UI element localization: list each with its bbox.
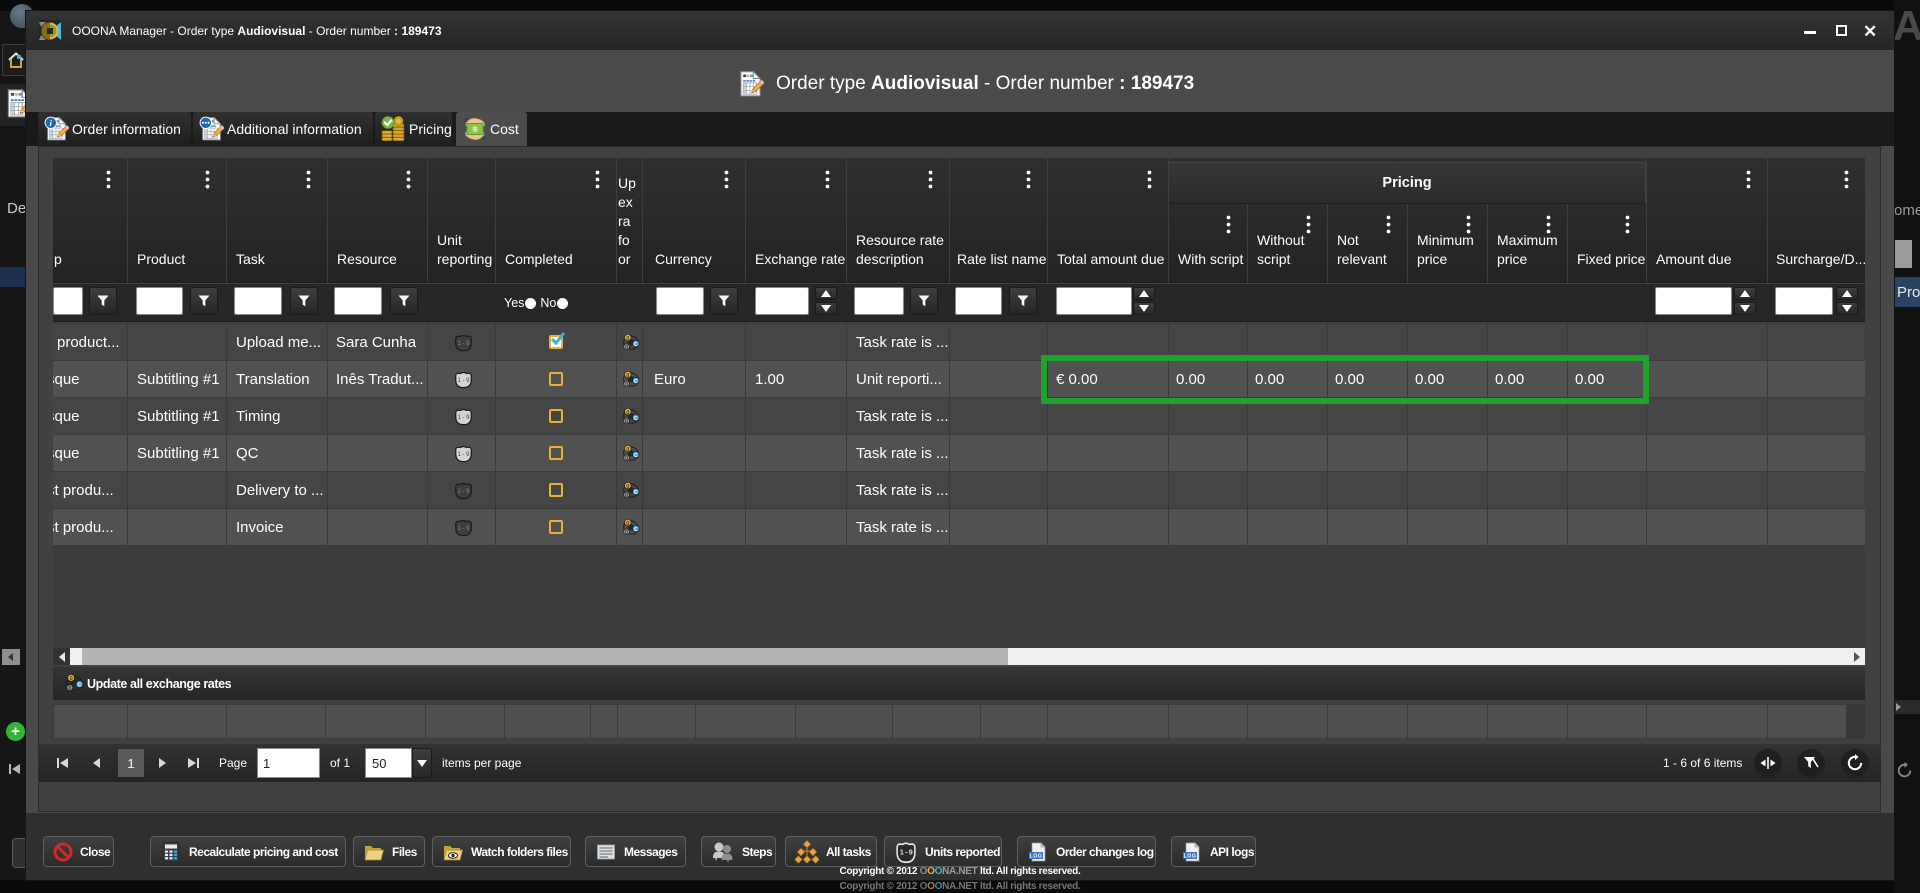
svg-text:0: 0 [625, 493, 628, 499]
svg-text:0: 0 [626, 484, 629, 490]
svg-text:C: C [634, 416, 638, 422]
svg-text:0: 0 [625, 456, 628, 462]
svg-text:0: 0 [68, 686, 71, 692]
svg-text:0: 0 [625, 530, 628, 536]
svg-text:0: 0 [626, 521, 629, 527]
svg-text:C: C [634, 342, 638, 348]
svg-text:1 - 9: 1 - 9 [457, 415, 470, 421]
svg-text:1 - 9: 1 - 9 [457, 526, 470, 532]
svg-text:C: C [634, 453, 638, 459]
svg-text:0: 0 [625, 345, 628, 351]
svg-text:1 - 9: 1 - 9 [457, 452, 470, 458]
svg-text:C: C [77, 682, 82, 688]
svg-text:1 - 9: 1 - 9 [457, 341, 470, 347]
svg-text:0: 0 [625, 419, 628, 425]
svg-text:0: 0 [626, 373, 629, 379]
svg-text:C: C [634, 490, 638, 496]
svg-text:$: $ [473, 126, 477, 133]
svg-text:0: 0 [626, 447, 629, 453]
svg-text:0: 0 [626, 336, 629, 342]
svg-text:C: C [634, 527, 638, 533]
svg-text:1 - 9: 1 - 9 [457, 378, 470, 384]
svg-text:LOG: LOG [1030, 853, 1043, 859]
svg-text:LOG: LOG [1184, 853, 1197, 859]
svg-text:0: 0 [625, 382, 628, 388]
svg-text:0: 0 [626, 410, 629, 416]
svg-text:1 - 9: 1 - 9 [900, 847, 913, 856]
svg-text:C: C [634, 379, 638, 385]
svg-text:1 - 9: 1 - 9 [457, 489, 470, 495]
